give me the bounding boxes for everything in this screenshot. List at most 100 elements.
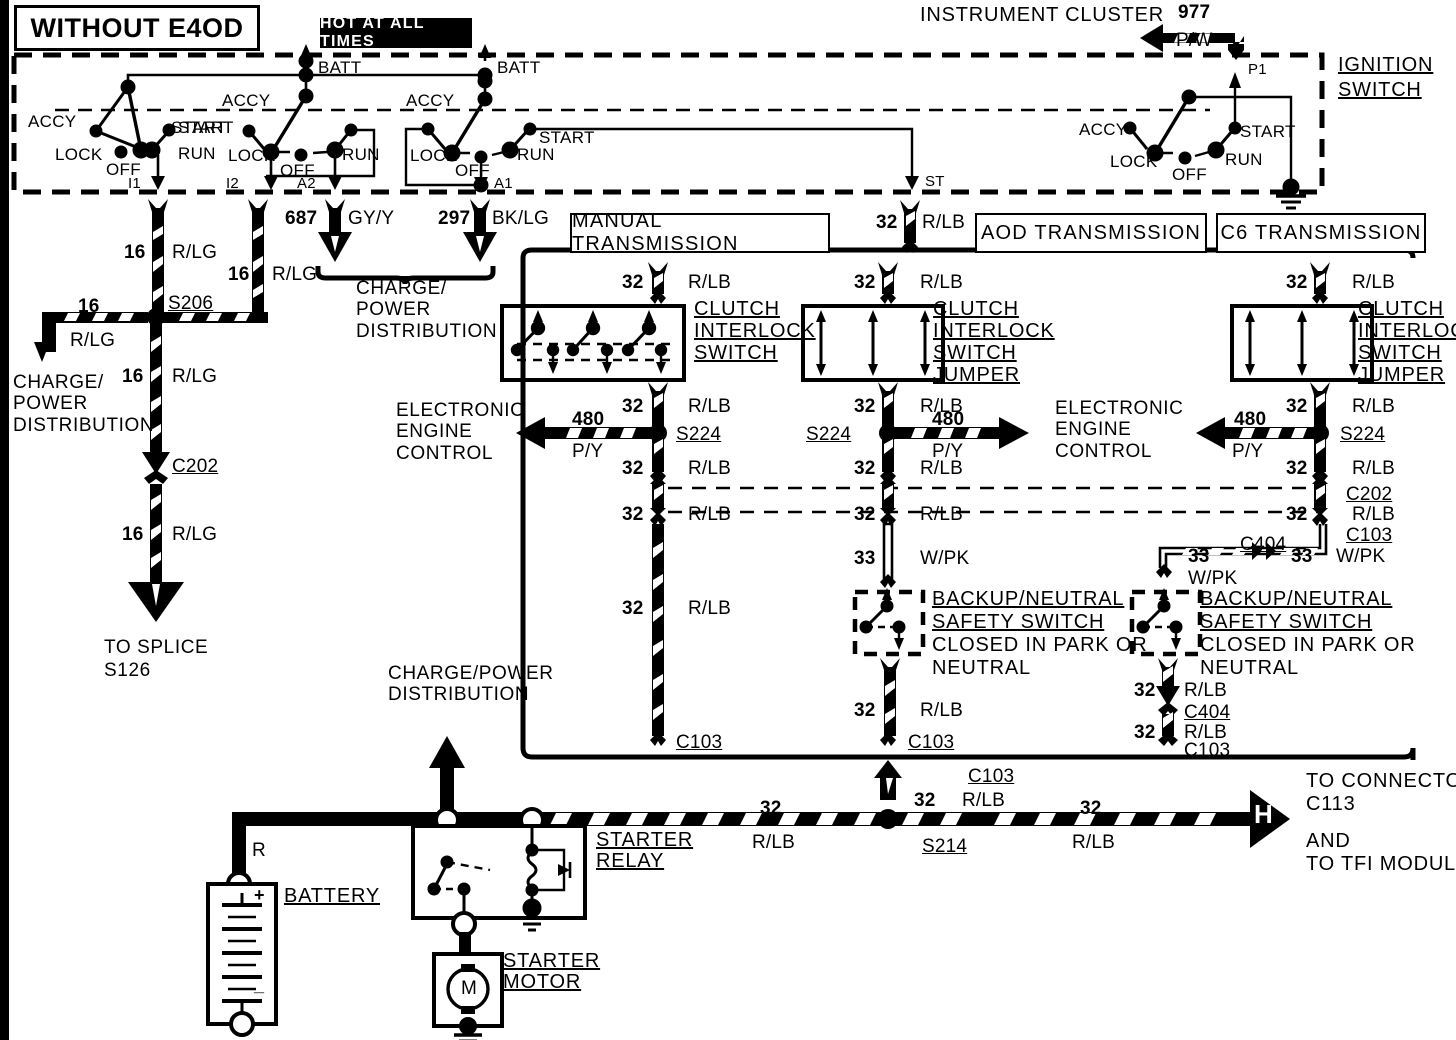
sw2-batt: BATT xyxy=(318,58,362,77)
sw4-terminal-p1: P1 xyxy=(1248,61,1267,78)
c6-rlb-num-2: 32 xyxy=(1286,396,1308,417)
sw4-run: RUN xyxy=(1225,150,1263,169)
manual-py-num: 480 xyxy=(572,409,605,430)
battery-symbol xyxy=(206,882,278,1037)
sw1-accy: ACCY xyxy=(28,112,77,131)
aod-rlb-num-4: 32 xyxy=(854,504,876,525)
starter-relay-label-1: STARTER xyxy=(596,829,694,851)
manual-rlb-num-3: 32 xyxy=(622,458,644,479)
sw1-lock: LOCK xyxy=(55,145,103,164)
c6-wpk-color-left: W/PK xyxy=(1188,568,1238,589)
ignition-switch-label-2: SWITCH xyxy=(1338,79,1422,101)
title-box: WITHOUT E4OD xyxy=(14,5,260,51)
sw4-start: START xyxy=(1240,122,1296,141)
sw3-batt: BATT xyxy=(497,58,541,77)
aod-jumper-label-d: JUMPER xyxy=(933,364,1021,386)
sw4-off: OFF xyxy=(1172,165,1207,184)
to-connector-label-3: AND xyxy=(1306,830,1351,852)
battery-label: BATTERY xyxy=(284,885,380,907)
splice-s224-aod: S224 xyxy=(806,424,852,445)
bus-c103-num: 32 xyxy=(914,790,936,811)
manual-py-color: P/Y xyxy=(572,441,604,462)
wire-297-num: 297 xyxy=(438,208,471,229)
rlg-top-num: 16 xyxy=(124,242,146,263)
sw4-accy: ACCY xyxy=(1079,120,1128,139)
charge-power-bottom-label: CHARGE/POWER DISTRIBUTION xyxy=(388,663,554,706)
c6-jumper-label-c: SWITCH xyxy=(1358,342,1442,364)
sw2-lock: LOCK xyxy=(228,146,276,165)
manual-rlb-color-4: R/LB xyxy=(688,504,732,525)
clutch-interlock-label-1b: INTERLOCK xyxy=(694,320,816,342)
c6-jumper-label-a: CLUTCH xyxy=(1358,298,1444,320)
c6-rlb-num-5: 32 xyxy=(1134,680,1156,701)
aod-rlb-color-5: R/LB xyxy=(920,700,964,721)
starter-motor-label-2: MOTOR xyxy=(503,971,582,993)
backup-neutral-label-4-c6: NEUTRAL xyxy=(1200,657,1299,679)
rlg-bot-color: R/LG xyxy=(172,524,218,545)
aod-transmission-box: AOD TRANSMISSION xyxy=(975,213,1207,253)
aod-rlb-num-2: 32 xyxy=(854,396,876,417)
to-splice-label-2: S126 xyxy=(104,660,151,681)
sw2-terminal-i2: I2 xyxy=(226,175,239,192)
splice-s206: S206 xyxy=(168,293,214,314)
c6-transmission-box: C6 TRANSMISSION xyxy=(1216,213,1426,253)
backup-neutral-label-2-aod: SAFETY SWITCH xyxy=(932,611,1105,633)
wiring-diagram-page: WITHOUT E4OD HOT AT ALL TIMES INSTRUMENT… xyxy=(0,0,1456,1040)
battery-plus-sign: + xyxy=(254,885,265,905)
backup-neutral-label-1-aod: BACKUP/NEUTRAL xyxy=(932,588,1125,610)
to-connector-label-1: TO CONNECTOR xyxy=(1306,770,1456,792)
c6-rlb-num-1: 32 xyxy=(1286,272,1308,293)
c6-wpk-color-right: W/PK xyxy=(1336,546,1386,567)
starter-motor-label-1: STARTER xyxy=(503,950,601,972)
backup-neutral-label-3-aod: CLOSED IN PARK OR xyxy=(932,634,1148,656)
aod-rlb-color-4: R/LB xyxy=(920,504,964,525)
h-connector-marker: H xyxy=(1254,799,1273,829)
st-wire xyxy=(900,200,920,253)
bus-left-color: R/LB xyxy=(752,832,796,853)
sw1-run: RUN xyxy=(178,144,216,163)
manual-rlb-num-5: 32 xyxy=(622,598,644,619)
splice-s224-c6: S224 xyxy=(1340,424,1386,445)
bus-right-num: 32 xyxy=(1080,798,1102,819)
aod-wpk-num: 33 xyxy=(854,548,876,569)
manual-rlb-color-2: R/LB xyxy=(688,396,732,417)
sw3-lock: LOCK xyxy=(410,146,458,165)
to-connector-label-2: C113 xyxy=(1306,793,1356,815)
connector-c103-aod: C103 xyxy=(908,732,955,753)
backup-neutral-label-4-aod: NEUTRAL xyxy=(932,657,1031,679)
sw3-start: START xyxy=(539,128,595,147)
splice-s214: S214 xyxy=(922,836,968,857)
wire-687-num: 687 xyxy=(285,208,318,229)
sw1-terminal-i1: I1 xyxy=(128,175,141,192)
c6-jumper-label-b: INTERLOCK xyxy=(1358,320,1456,342)
backup-neutral-label-3-c6: CLOSED IN PARK OR xyxy=(1200,634,1416,656)
wire-977-color: P/W xyxy=(1176,30,1213,51)
sw4-lock: LOCK xyxy=(1110,152,1158,171)
connector-c202-c6: C202 xyxy=(1346,484,1393,505)
battery-feed-color: R xyxy=(252,840,266,861)
st-wire-color: R/LB xyxy=(922,212,966,233)
rlg-left-color: R/LG xyxy=(70,330,116,351)
aod-jumper-label-b: INTERLOCK xyxy=(933,320,1055,342)
connector-c103-c6-bottom: C103 xyxy=(1184,740,1231,761)
sw2-accy: ACCY xyxy=(222,91,271,110)
aod-rlb-num-1: 32 xyxy=(854,272,876,293)
motor-marker: M xyxy=(461,978,477,999)
wire-977-number: 977 xyxy=(1178,2,1211,23)
hot-at-all-times-banner: HOT AT ALL TIMES xyxy=(320,15,472,50)
rlg-left-num: 16 xyxy=(78,296,100,317)
sw3-off: OFF xyxy=(455,161,490,180)
aod-jumper-label-c: SWITCH xyxy=(933,342,1017,364)
c6-rlb-color-4: R/LB xyxy=(1352,504,1396,525)
sw2-terminal-a2: A2 xyxy=(297,175,316,192)
sw3-run: RUN xyxy=(517,145,555,164)
charge-power-top-label: CHARGE/ POWER DISTRIBUTION xyxy=(356,278,498,342)
c6-py-num: 480 xyxy=(1234,409,1267,430)
eec-label-left: ELECTRONIC ENGINE CONTROL xyxy=(396,400,525,464)
bus-c103-color: R/LB xyxy=(962,790,1006,811)
manual-rlb-num-1: 32 xyxy=(622,272,644,293)
c6-rlb-color-3: R/LB xyxy=(1352,458,1396,479)
connector-c404-c6: C404 xyxy=(1184,702,1231,723)
sw3-terminal-a1: A1 xyxy=(494,175,513,192)
wire-297-color: BK/LG xyxy=(492,208,549,229)
